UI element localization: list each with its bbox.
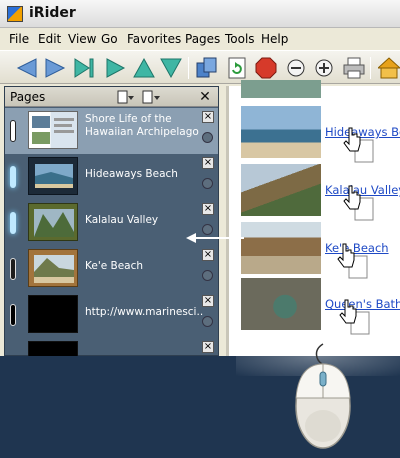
menu-bar: File Edit View Go Favorites Pages Tools … bbox=[0, 29, 400, 49]
menu-file[interactable]: File bbox=[9, 32, 29, 46]
forward-icon[interactable] bbox=[44, 57, 66, 79]
page-item-6[interactable]: × bbox=[5, 338, 218, 356]
menu-favorites[interactable]: Favorites bbox=[127, 32, 181, 46]
drag-arrow-icon bbox=[186, 233, 244, 243]
page-item-shore-life[interactable]: Shore Life of the Hawaiian Archipelago × bbox=[5, 108, 218, 154]
menu-pages[interactable]: Pages bbox=[185, 32, 220, 46]
reload-page-icon[interactable] bbox=[202, 132, 213, 143]
reload-page-icon[interactable] bbox=[202, 178, 213, 189]
pages-panel-header: Pages ✕ bbox=[5, 87, 218, 107]
toolbar-separator-2 bbox=[370, 57, 371, 79]
content-image bbox=[241, 80, 321, 98]
page-thumbnail bbox=[28, 157, 78, 195]
reload-page-icon[interactable] bbox=[202, 316, 213, 327]
page-item-kee[interactable]: Ke'e Beach × bbox=[5, 246, 218, 292]
hand-cursor-icon bbox=[343, 127, 374, 163]
page-item-label: Shore Life of the Hawaiian Archipelago bbox=[85, 113, 199, 138]
page-marker bbox=[10, 120, 16, 142]
hand-cursor-icon bbox=[337, 243, 368, 279]
menu-tools[interactable]: Tools bbox=[225, 32, 255, 46]
play-icon[interactable] bbox=[104, 57, 126, 79]
page-thumbnail bbox=[28, 111, 78, 149]
app-icon bbox=[7, 6, 23, 22]
toolbar-separator bbox=[188, 57, 189, 79]
app-title: iRider bbox=[29, 5, 76, 21]
content-image-queens-bath bbox=[241, 278, 321, 330]
page-thumbnail bbox=[28, 249, 78, 287]
page-thumbnail bbox=[28, 341, 78, 356]
menu-view[interactable]: View bbox=[68, 32, 96, 46]
zoom-in-icon[interactable] bbox=[313, 57, 335, 79]
close-page-icon[interactable]: × bbox=[202, 249, 214, 261]
page-marker bbox=[10, 212, 16, 234]
page-item-marinesci[interactable]: http://www.marinesci... × bbox=[5, 292, 218, 338]
menu-edit[interactable]: Edit bbox=[38, 32, 61, 46]
page-options-menu-icon[interactable] bbox=[141, 89, 161, 105]
close-icon[interactable]: ✕ bbox=[195, 89, 215, 105]
page-item-label: http://www.marinesci... bbox=[85, 306, 203, 318]
pages-panel-title: Pages bbox=[10, 90, 46, 104]
close-page-icon[interactable]: × bbox=[202, 111, 214, 123]
close-page-icon[interactable]: × bbox=[202, 203, 214, 215]
refresh-icon[interactable] bbox=[226, 57, 248, 79]
toolbar bbox=[0, 50, 400, 84]
zoom-out-icon[interactable] bbox=[285, 57, 307, 79]
page-item-label: Hideaways Beach bbox=[85, 168, 178, 180]
close-page-icon[interactable]: × bbox=[202, 295, 214, 307]
hand-cursor-icon bbox=[339, 299, 370, 335]
stop-icon[interactable] bbox=[255, 57, 277, 79]
close-page-icon[interactable]: × bbox=[202, 157, 214, 169]
app-window: iRider File Edit View Go Favorites Pages… bbox=[0, 0, 400, 356]
pages-panel: Pages ✕ Shore Life of the Hawaiian Archi… bbox=[4, 86, 219, 356]
down-icon[interactable] bbox=[160, 57, 182, 79]
menu-help[interactable]: Help bbox=[261, 32, 288, 46]
page-thumbnail bbox=[28, 203, 78, 241]
web-content: Hideaways Beach Kalalau Valley Ke'e Beac… bbox=[226, 80, 400, 356]
page-marker bbox=[10, 166, 16, 188]
page-item-label: Ke'e Beach bbox=[85, 260, 144, 272]
page-item-hideaways[interactable]: Hideaways Beach × bbox=[5, 154, 218, 200]
page-marker bbox=[10, 304, 16, 326]
up-icon[interactable] bbox=[133, 57, 155, 79]
mouse-icon bbox=[295, 343, 351, 449]
print-icon[interactable] bbox=[343, 57, 365, 79]
page-item-label: Kalalau Valley bbox=[85, 214, 159, 226]
hand-cursor-icon bbox=[343, 185, 374, 221]
reload-page-icon[interactable] bbox=[202, 270, 213, 281]
page-thumbnail bbox=[28, 295, 78, 333]
skip-forward-icon[interactable] bbox=[73, 57, 95, 79]
pages-icon[interactable] bbox=[196, 57, 218, 79]
close-page-icon[interactable]: × bbox=[202, 341, 214, 353]
new-page-menu-icon[interactable] bbox=[115, 89, 135, 105]
content-image-hideaways bbox=[241, 106, 321, 158]
title-bar[interactable]: iRider bbox=[0, 0, 400, 28]
page-marker bbox=[10, 258, 16, 280]
home-icon[interactable] bbox=[378, 57, 400, 79]
menu-go[interactable]: Go bbox=[101, 32, 118, 46]
content-image-kee bbox=[241, 222, 321, 274]
back-icon[interactable] bbox=[16, 57, 38, 79]
content-image-kalalau bbox=[241, 164, 321, 216]
